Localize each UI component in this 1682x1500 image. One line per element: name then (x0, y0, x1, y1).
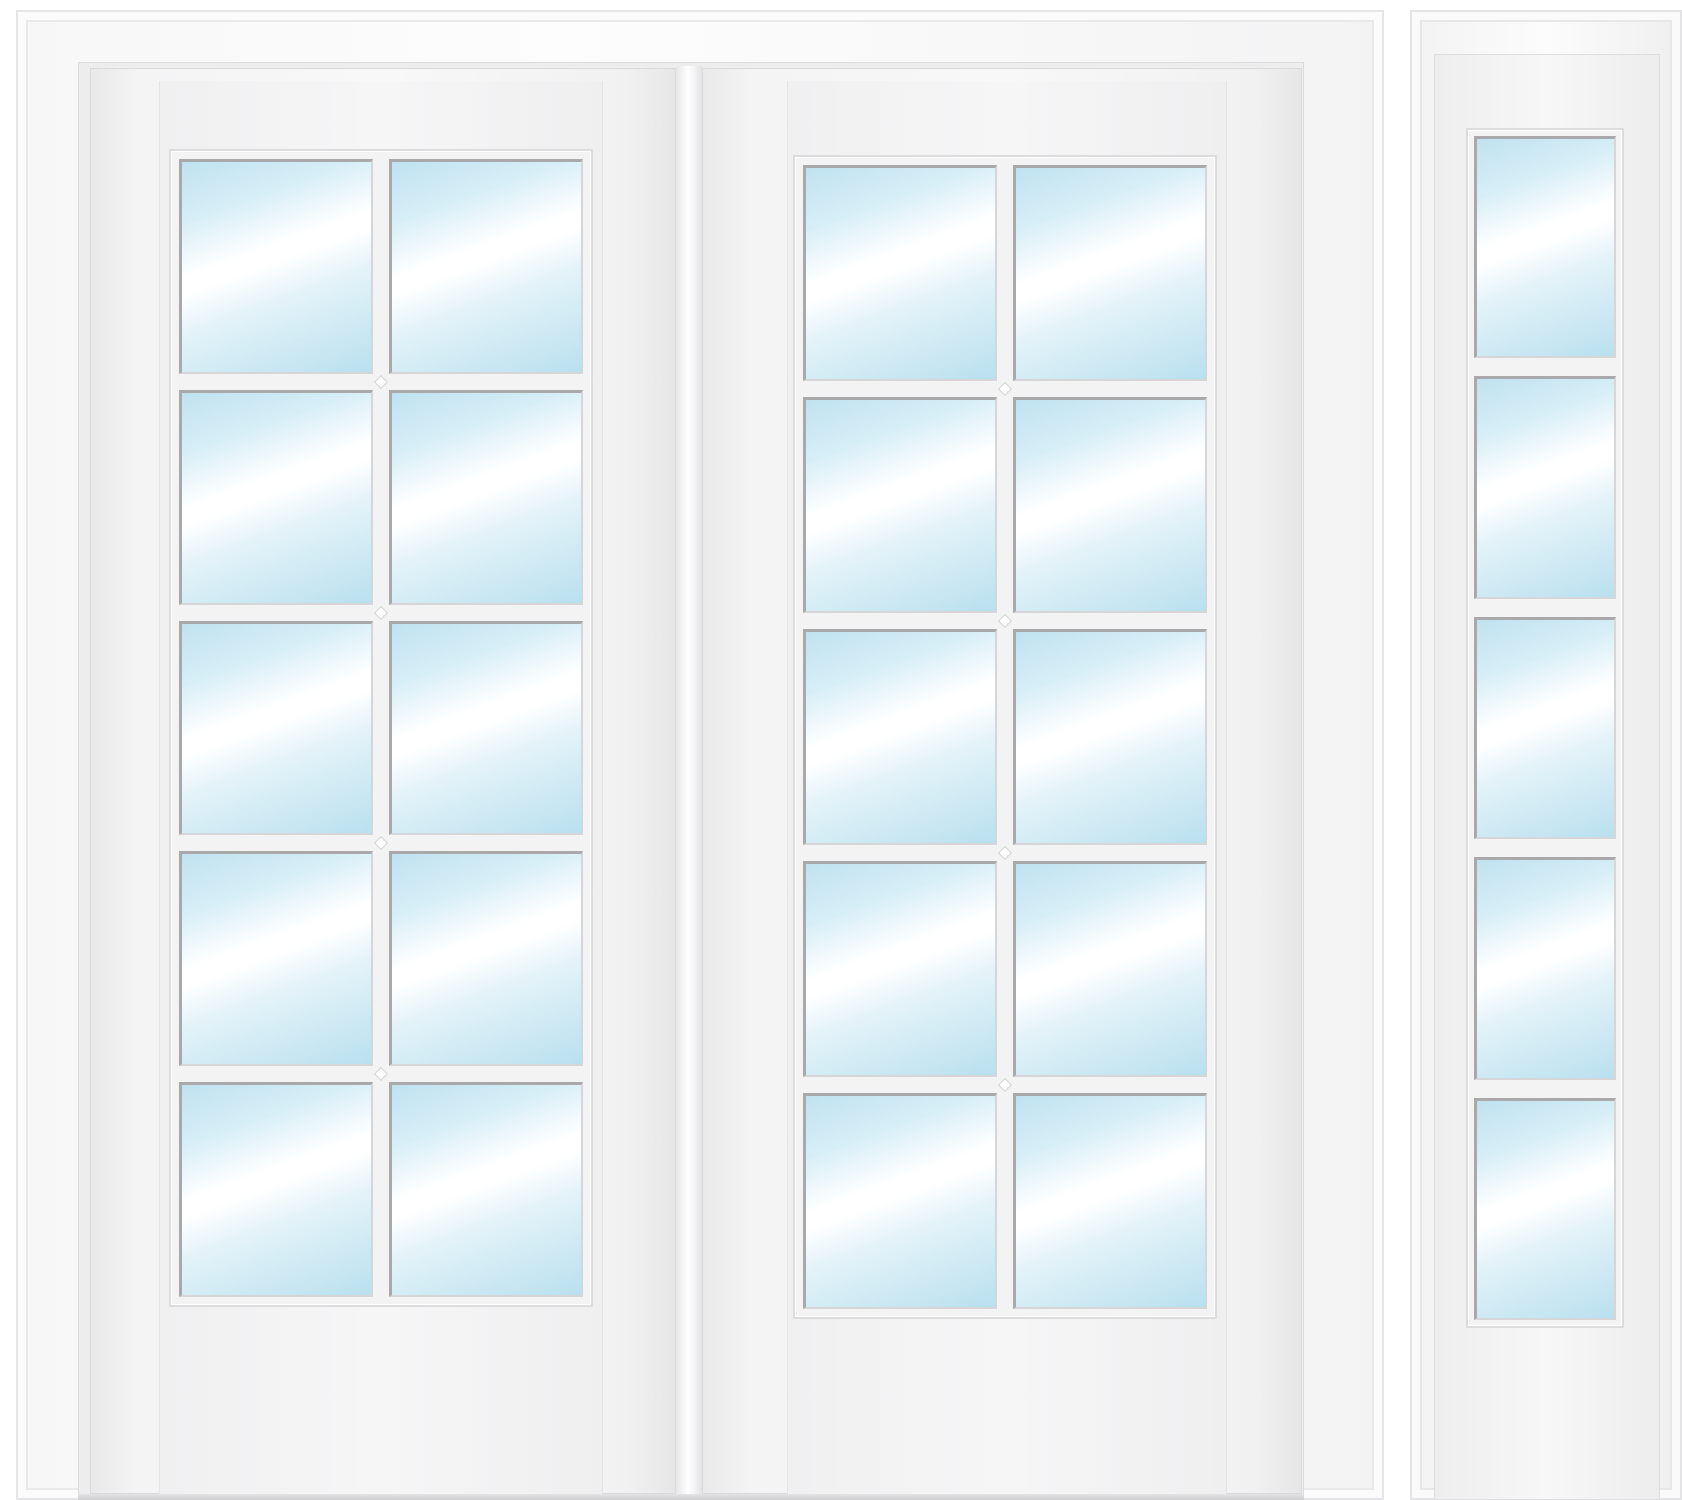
sidelite-glass-pane (1474, 136, 1616, 359)
left-door-glass-pane (389, 389, 583, 605)
right-door-grille-joint (997, 845, 1013, 861)
right-door-glass-pane (1013, 165, 1207, 381)
left-door-grille-joint (373, 374, 389, 389)
door-threshold (78, 1494, 1304, 1500)
sidelite-glass-pane (1474, 376, 1616, 599)
right-door-glass-pane (1013, 629, 1207, 845)
sidelite-glass-area (1466, 128, 1624, 1328)
right-door-glass-area (793, 155, 1217, 1319)
left-door-glass-area (169, 149, 593, 1307)
door-astragal (676, 66, 702, 1496)
left-door-glass-pane (179, 620, 373, 836)
left-door-glass-pane (179, 851, 373, 1067)
left-door-glass-pane (389, 851, 583, 1067)
left-door-glass-pane (179, 389, 373, 605)
right-door-glass-pane (803, 165, 997, 381)
left-door-glass-pane (179, 159, 373, 374)
right-door[interactable] (702, 68, 1302, 1495)
left-door-grille-joint (373, 1067, 389, 1082)
sidelite-glass-pane (1474, 857, 1616, 1080)
right-door-grille-joint (997, 613, 1013, 629)
left-door-glass-pane (389, 159, 583, 374)
right-door-grille-joint (997, 381, 1013, 397)
left-door-grille-joint (373, 836, 389, 851)
right-door-grille-joint (997, 1077, 1013, 1093)
door-scene (0, 0, 1682, 1500)
right-door-glass-pane (803, 1093, 997, 1309)
right-door-glass-pane (1013, 861, 1207, 1077)
left-door-glass-pane (389, 1082, 583, 1297)
right-door-glass-pane (803, 629, 997, 845)
left-door-grille-joint (373, 605, 389, 620)
right-door-glass-pane (803, 861, 997, 1077)
left-door-glass-pane (179, 1082, 373, 1297)
sidelite-glass-pane (1474, 616, 1616, 840)
right-door-glass-pane (1013, 1093, 1207, 1309)
sidelite-glass-pane (1474, 1097, 1616, 1320)
left-door[interactable] (90, 68, 676, 1495)
left-door-glass-pane (389, 620, 583, 836)
right-door-glass-pane (1013, 397, 1207, 613)
right-door-glass-pane (803, 397, 997, 613)
